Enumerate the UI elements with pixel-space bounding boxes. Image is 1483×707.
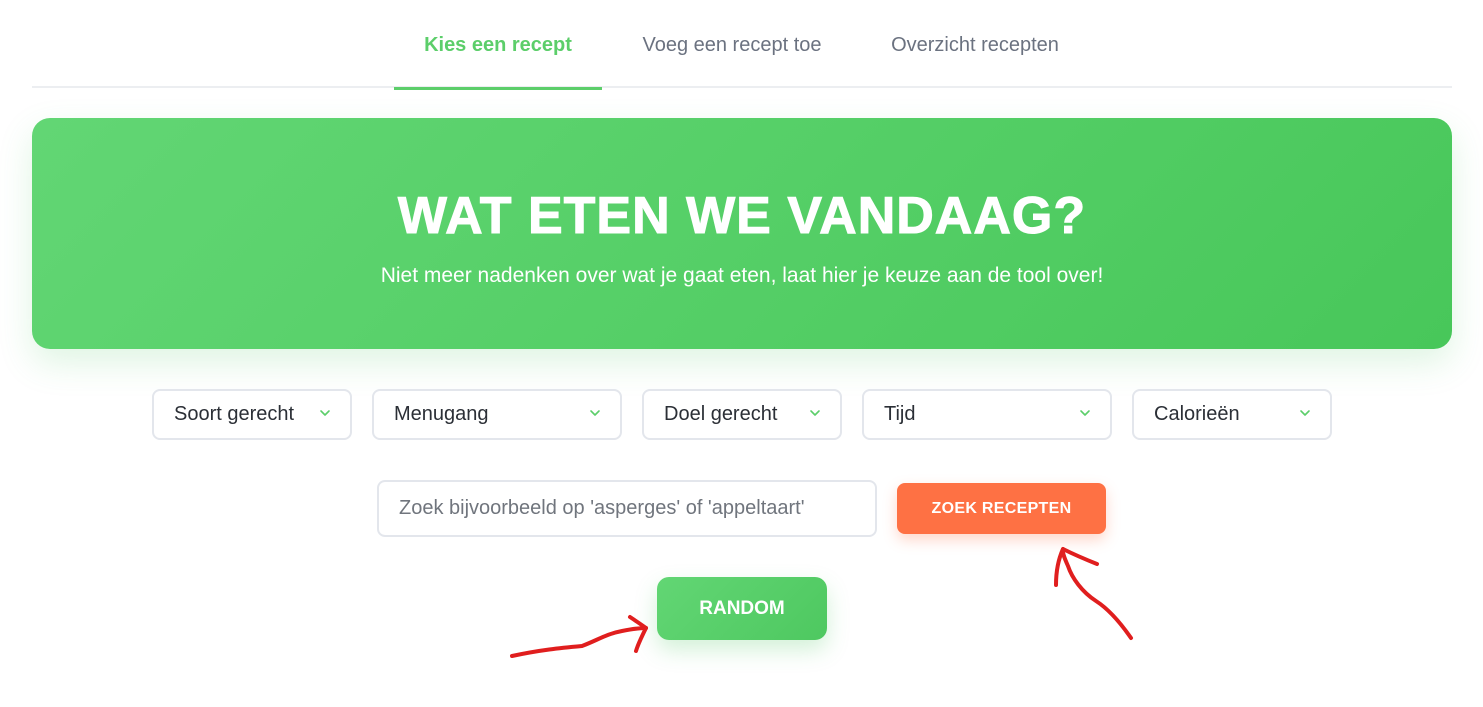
filter-soort-gerecht[interactable]: Soort gerecht xyxy=(152,389,352,440)
filter-doel-gerecht[interactable]: Doel gerecht xyxy=(642,389,842,440)
filter-label: Tijd xyxy=(884,403,916,425)
tab-kies-een-recept[interactable]: Kies een recept xyxy=(394,0,602,90)
arrowhead-random-icon xyxy=(628,615,648,653)
arrow-to-random-icon xyxy=(510,626,648,658)
filter-label: Soort gerecht xyxy=(174,403,295,425)
chevron-down-icon xyxy=(590,409,600,416)
arrow-to-search-button-icon xyxy=(1060,547,1133,640)
hero-banner: WAT ETEN WE VANDAAG? Niet meer nadenken … xyxy=(32,118,1452,349)
hero-subtitle: Niet meer nadenken over wat je gaat eten… xyxy=(380,264,1104,287)
filter-label: Menugang xyxy=(394,403,489,425)
zoek-recepten-button[interactable]: ZOEK RECEPTEN xyxy=(897,483,1106,534)
tab-voeg-een-recept-toe[interactable]: Voeg een recept toe xyxy=(622,0,842,88)
hero-title: WAT ETEN WE VANDAAG? xyxy=(397,187,1087,246)
random-button[interactable]: RANDOM xyxy=(657,577,827,640)
chevron-down-icon xyxy=(1300,409,1310,416)
search-input[interactable] xyxy=(377,480,877,537)
filter-calorieen[interactable]: Calorieën xyxy=(1132,389,1332,440)
tab-overzicht-recepten[interactable]: Overzicht recepten xyxy=(872,0,1078,88)
recipe-tabs: Kies een recept Voeg een recept toe Over… xyxy=(32,0,1452,90)
filter-label: Doel gerecht xyxy=(664,403,778,425)
filter-menugang[interactable]: Menugang xyxy=(372,389,622,440)
chevron-down-icon xyxy=(810,409,820,416)
filter-label: Calorieën xyxy=(1154,403,1240,425)
chevron-down-icon xyxy=(320,409,330,416)
arrowhead-search-icon xyxy=(1054,547,1099,587)
filter-tijd[interactable]: Tijd xyxy=(862,389,1112,440)
chevron-down-icon xyxy=(1080,409,1090,416)
